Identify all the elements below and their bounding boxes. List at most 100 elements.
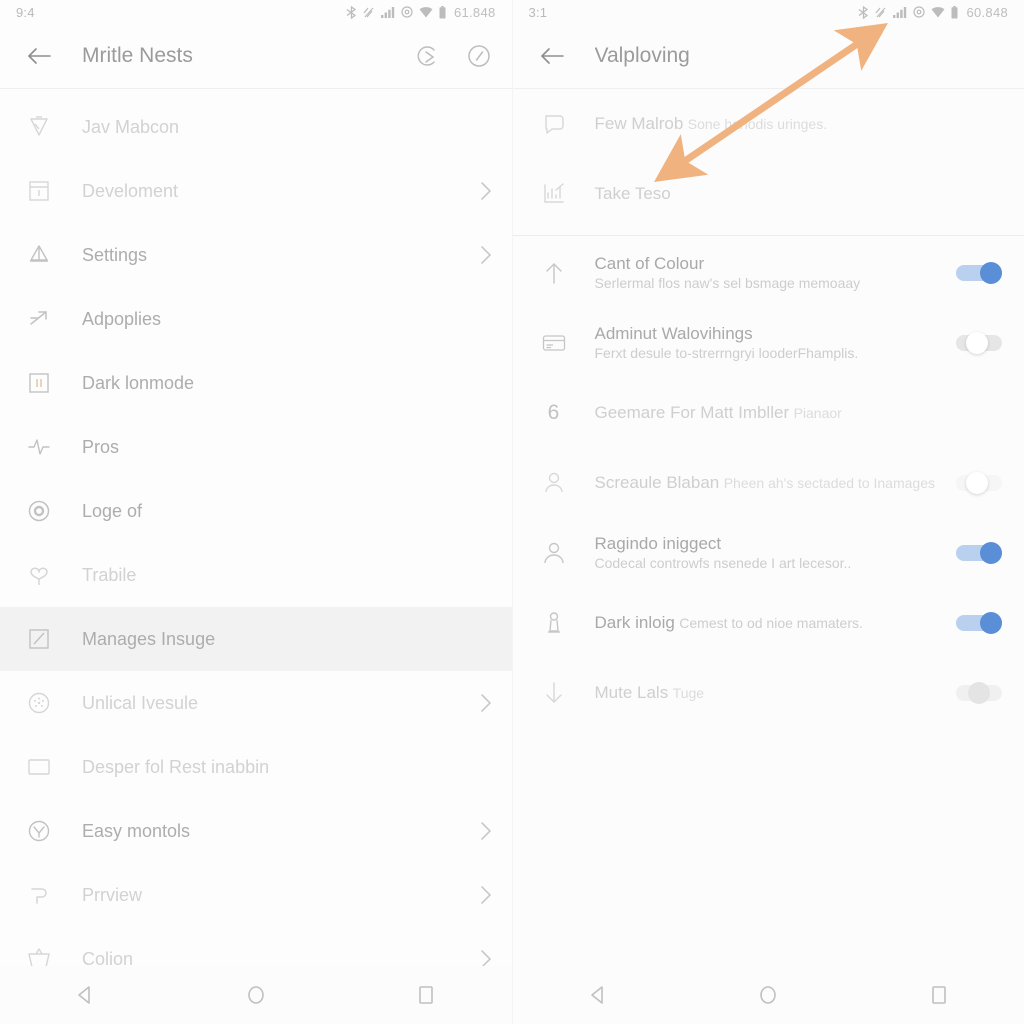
toggle-knob [968,682,990,704]
list-item[interactable]: Unlical Ivesule [0,671,512,735]
list-item[interactable]: Easy montols [0,799,512,863]
toggle-row-text: Mute Lals Tuge [595,682,945,703]
list-item[interactable]: Settings [0,223,512,287]
list-item[interactable]: 6 Geemare For Matt Imbller Pianaor [513,378,1024,448]
nav-back-triangle-icon[interactable] [62,972,108,1018]
person-icon [537,466,571,500]
toggle-row[interactable]: Ragindo iniggect Codecal controwfs nsene… [513,518,1024,588]
left-page-title: Mritle Nests [82,44,193,67]
list-item[interactable]: Prrview [0,863,512,927]
list-item-label: Jav Mabcon [82,116,180,137]
toggle-switch[interactable] [956,612,1002,634]
right-app-bar: Valploving [513,24,1024,88]
toggle-row-text: Ragindo iniggect Codecal controwfs nsene… [595,533,945,573]
left-phone-screen: 9:4 61.848 Mritle Nests Jav Mabcon Devel… [0,0,512,1024]
left-status-bar: 9:4 61.848 [0,0,512,24]
list-item[interactable]: Jav Mabcon [0,95,512,159]
refresh-arc-icon[interactable] [412,41,442,71]
chevron-right-icon [480,693,492,713]
left-battery-text: 61.848 [453,4,496,20]
signal-bars-icon [380,6,395,18]
pause-box-icon [22,366,56,400]
list-item[interactable]: Dark lonmode [0,351,512,415]
right-nav-bar [512,966,1024,1024]
toggle-switch[interactable] [956,542,1002,564]
nav-recents-square-icon[interactable] [403,972,449,1018]
toggle-knob [966,472,988,494]
toggle-row[interactable]: Screaule Blaban Pheen ah's sectaded to I… [513,448,1024,518]
check-circle-icon [22,814,56,848]
toggle-row[interactable]: Mute Lals Tuge [513,658,1024,728]
section-divider [512,235,1024,236]
chevron-right-icon [480,949,492,966]
left-app-bar: Mritle Nests [0,24,512,88]
bluetooth-icon [346,5,357,19]
list-item-label: Adpoplies [82,308,162,329]
toggle-switch[interactable] [956,332,1002,354]
up-arrow-icon [537,256,571,290]
list-item[interactable]: Adpoplies [0,287,512,351]
list-item-title: Take Teso [594,184,671,204]
chat-bubble-icon [537,107,571,141]
credit-card-icon [537,326,571,360]
list-item[interactable]: Colion [0,927,512,966]
toggle-knob [980,542,1002,564]
list-item[interactable]: Desper fol Rest inabbin [0,735,512,799]
list-item-title: Geemare For Matt Imbller [594,403,790,423]
list-item-label: Prrview [82,884,143,905]
toggle-row[interactable]: Adminut Walovihings Ferxt desule to-stre… [513,308,1024,378]
chevron-right-icon [480,181,492,201]
dual-screenshot-stage: 9:4 61.848 Mritle Nests Jav Mabcon Devel… [0,0,1024,1024]
list-item-label: Unlical Ivesule [82,692,199,713]
toggle-switch[interactable] [956,682,1002,704]
list-item-manages-insuge[interactable]: Manages Insuge [0,607,512,671]
list-item-subtitle: Sone hanodis uringes. [687,116,828,133]
nav-home-circle-icon[interactable] [233,972,279,1018]
list-item[interactable]: Few Malrob Sone hanodis uringes. [513,89,1024,159]
back-arrow-icon[interactable] [22,39,56,73]
list-item[interactable]: Pros [0,415,512,479]
nav-recents-square-icon[interactable] [916,972,962,1018]
person-pin-icon [537,606,571,640]
heart-icon [22,558,56,592]
left-settings-list: Jav Mabcon Develoment Settings Adpoplies… [0,89,512,966]
bluetooth-icon [858,5,869,19]
toggle-knob [980,262,1002,284]
chevron-right-icon [480,821,492,841]
nav-home-circle-icon[interactable] [745,972,791,1018]
list-item-text: Geemare For Matt Imbller Pianaor [595,402,1003,423]
toggle-row[interactable]: Dark inloig Cemest to od nioe mamaters. [513,588,1024,658]
right-status-bar: 3:1 60.848 [513,0,1024,24]
chevron-right-icon [480,885,492,905]
left-app-bar-actions [412,41,494,71]
signal-bars-icon [893,6,907,18]
battery-icon [439,5,446,19]
list-item-title: Few Malrob [594,114,684,134]
list-item[interactable]: Trabile [0,543,512,607]
down-arrow-icon [537,676,571,710]
wifi-icon [931,6,945,18]
left-status-clock: 9:4 [16,4,35,20]
toggle-row[interactable]: Cant of Colour Serlermal flos naw's sel … [513,238,1024,308]
toggle-row-title: Adminut Walovihings [594,323,753,343]
nfc-icon [875,6,887,19]
toggle-row-subtitle: Ferxt desule to-strerrngryi looderFhampl… [594,345,859,362]
right-settings-list: Few Malrob Sone hanodis uringes. Take Te… [512,89,1024,966]
digit-six-icon: 6 [547,401,560,424]
list-item-label: Pros [82,436,120,457]
list-item[interactable]: Take Teso [513,159,1024,229]
list-item[interactable]: Loge of [0,479,512,543]
left-status-icons: 61.848 [346,5,496,20]
list-item[interactable]: Develoment [0,159,512,223]
toggle-switch[interactable] [956,472,1002,494]
toggle-row-subtitle: Cemest to od nioe mamaters. [679,615,863,632]
toggle-row-title: Screaule Blaban [594,473,720,493]
clock-circle-icon[interactable] [464,41,494,71]
toggle-row-subtitle: Tuge [672,685,705,702]
right-status-icons: 60.848 [858,5,1008,20]
toggle-row-title: Dark inloig [594,613,675,633]
rectangle-icon [22,750,56,784]
nav-back-triangle-icon[interactable] [575,972,621,1018]
back-arrow-icon[interactable] [535,39,569,73]
toggle-switch[interactable] [956,262,1002,284]
